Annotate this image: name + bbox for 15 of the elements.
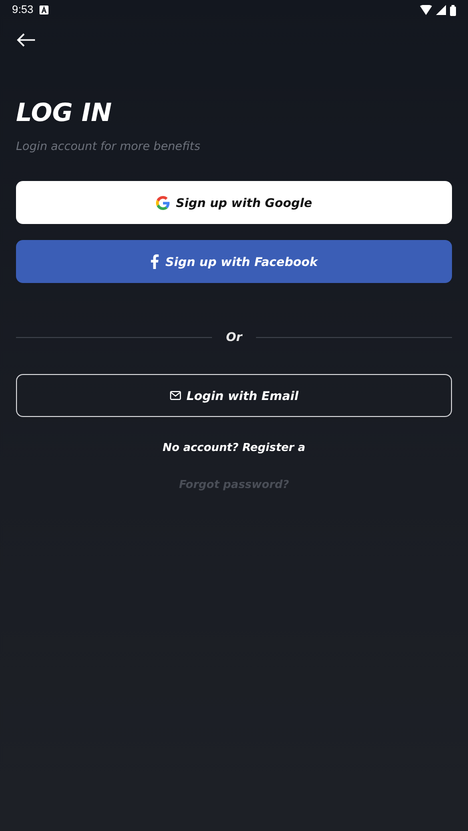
- google-icon: [156, 196, 170, 210]
- facebook-icon: [150, 254, 160, 269]
- wifi-icon: [420, 5, 432, 15]
- register-link[interactable]: No account? Register a: [162, 441, 306, 454]
- facebook-signup-button[interactable]: Sign up with Facebook: [16, 240, 452, 283]
- divider-label: Or: [226, 330, 242, 344]
- subtitle: Login account for more benefits: [16, 139, 202, 153]
- battery-icon: [450, 4, 456, 16]
- signal-icon: [436, 5, 446, 15]
- google-signup-button[interactable]: Sign up with Google: [16, 181, 452, 224]
- notification-icon: [39, 5, 50, 15]
- page-title: LOG IN: [16, 98, 113, 127]
- status-time: 9:53: [12, 4, 34, 16]
- email-login-button[interactable]: Login with Email: [16, 374, 452, 417]
- mail-icon: [170, 391, 180, 400]
